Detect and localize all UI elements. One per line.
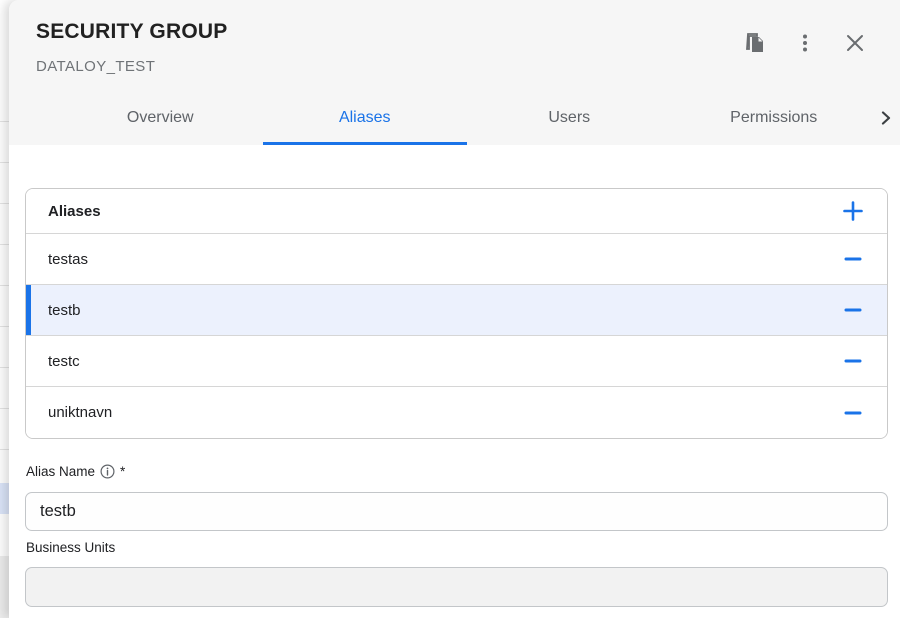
business-units-label: Business Units <box>26 540 115 555</box>
background-page-edge <box>0 0 9 618</box>
tab-overview[interactable]: Overview <box>58 90 263 145</box>
alias-name-input[interactable] <box>25 492 888 531</box>
aliases-list-header: Aliases <box>26 189 887 234</box>
remove-alias-button[interactable] <box>839 296 867 324</box>
panel-header: SECURITY GROUP DATALOY_TEST <box>9 0 900 145</box>
tab-bar: Overview Aliases Users Permissions <box>9 90 900 145</box>
aliases-list-card: Aliases testas testb <box>25 188 888 439</box>
tab-users[interactable]: Users <box>467 90 672 145</box>
remove-alias-button[interactable] <box>839 245 867 273</box>
minus-icon <box>844 301 862 319</box>
tab-permissions[interactable]: Permissions <box>672 90 877 145</box>
add-alias-button[interactable] <box>839 197 867 225</box>
copy-button[interactable] <box>738 26 772 60</box>
close-button[interactable] <box>838 26 872 60</box>
page-title: SECURITY GROUP <box>36 20 227 44</box>
required-asterisk: * <box>120 464 125 479</box>
info-icon[interactable] <box>100 464 115 479</box>
close-icon <box>843 31 867 55</box>
alias-row[interactable]: uniktnavn <box>26 387 887 438</box>
minus-icon <box>844 352 862 370</box>
alias-row-selected[interactable]: testb <box>26 285 887 336</box>
minus-icon <box>844 404 862 422</box>
remove-alias-button[interactable] <box>839 399 867 427</box>
alias-row[interactable]: testc <box>26 336 887 387</box>
remove-alias-button[interactable] <box>839 347 867 375</box>
copy-icon <box>743 31 767 55</box>
minus-icon <box>844 250 862 268</box>
alias-row-label: uniktnavn <box>48 404 112 421</box>
more-options-button[interactable] <box>788 26 822 60</box>
business-units-input[interactable] <box>25 567 888 607</box>
page-subtitle: DATALOY_TEST <box>36 58 155 75</box>
alias-row-label: testas <box>48 251 88 268</box>
tab-aliases[interactable]: Aliases <box>263 90 468 145</box>
kebab-menu-icon <box>793 31 817 55</box>
security-group-panel: SECURITY GROUP DATALOY_TEST <box>9 0 900 618</box>
business-units-label-text: Business Units <box>26 540 115 555</box>
alias-row-label: testc <box>48 353 80 370</box>
header-actions <box>738 26 872 60</box>
chevron-right-icon <box>877 109 895 127</box>
alias-name-label: Alias Name * <box>26 464 125 479</box>
alias-row-label: testb <box>48 302 81 319</box>
alias-row[interactable]: testas <box>26 234 887 285</box>
plus-icon <box>842 200 864 222</box>
alias-name-label-text: Alias Name <box>26 464 95 479</box>
tabs-scroll-right-button[interactable] <box>874 90 898 145</box>
aliases-list-title: Aliases <box>48 203 101 220</box>
